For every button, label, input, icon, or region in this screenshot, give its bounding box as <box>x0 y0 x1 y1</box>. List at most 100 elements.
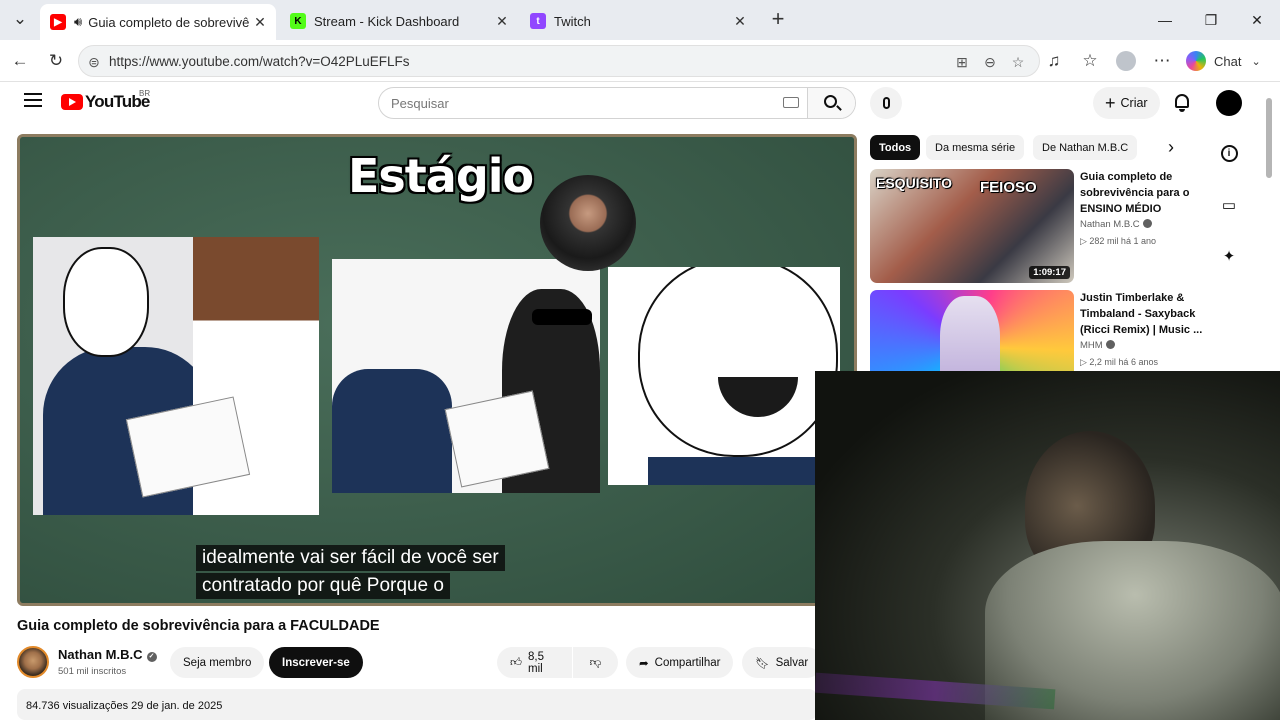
channel-avatar[interactable] <box>17 646 49 678</box>
zoom-icon[interactable]: ⊖ <box>979 52 1001 72</box>
youtube-play-icon <box>61 94 83 110</box>
chip-same-series[interactable]: Da mesma série <box>926 135 1025 160</box>
tab-label: Twitch <box>554 13 591 29</box>
restore-button[interactable]: ❐ <box>1188 6 1234 34</box>
channel-name-text[interactable]: Nathan M.B.C <box>58 647 143 662</box>
info-icon[interactable]: i <box>1218 142 1240 164</box>
chevron-right-icon[interactable]: › <box>1168 137 1174 158</box>
channel-name-text[interactable]: MHM <box>1080 340 1103 351</box>
youtube-masthead: YouTube BR Pesquisar + Criar <box>0 83 1265 123</box>
search-button[interactable] <box>807 88 855 118</box>
subtitle-line: idealmente vai ser fácil de você ser <box>196 545 505 571</box>
subscribe-button[interactable]: Inscrever-se <box>269 647 363 678</box>
more-menu-icon[interactable]: ⋯ <box>1148 48 1176 74</box>
chat-label: Chat <box>1214 53 1242 69</box>
webcam-overlay <box>815 371 1280 720</box>
menu-icon[interactable] <box>24 93 42 107</box>
copilot-chat-button[interactable]: Chat ⌄ <box>1186 46 1261 76</box>
subtitles: idealmente vai ser fácil de você ser con… <box>196 545 505 601</box>
chip-from-channel[interactable]: De Nathan M.B.C <box>1033 135 1138 160</box>
video-duration: 1:09:17 <box>1029 266 1070 279</box>
address-bar[interactable]: ⊜ https://www.youtube.com/watch?v=O42PLu… <box>78 45 1040 77</box>
play-count-icon: ▷ <box>1080 357 1090 367</box>
recommendation-meta: ▷ 282 mil há 1 ano <box>1080 236 1156 247</box>
favorite-star-icon[interactable]: ☆ <box>1007 52 1029 72</box>
video-player[interactable]: Estágio idealmente vai ser fácil de você… <box>17 134 857 606</box>
minimize-button[interactable]: — <box>1142 6 1188 34</box>
url-text[interactable]: https://www.youtube.com/watch?v=O42PLuEF… <box>109 54 410 69</box>
page-scrollbar[interactable] <box>1266 98 1272 178</box>
meme-panel-interview <box>33 237 319 515</box>
thumbnail-caption: ESQUISITO <box>876 175 952 191</box>
notifications-bell-icon[interactable] <box>1172 92 1192 114</box>
create-button[interactable]: + Criar <box>1093 87 1160 119</box>
close-tab-icon[interactable]: ✕ <box>250 14 270 31</box>
channel-name[interactable]: Nathan M.B.C ✓ <box>58 647 157 662</box>
tab-twitch[interactable]: t Twitch ✕ <box>520 6 756 36</box>
sparkle-icon[interactable]: ✦ <box>1218 245 1240 267</box>
profile-icon[interactable] <box>1112 48 1140 74</box>
like-button[interactable]: 👍︎ 8,5 mil <box>497 647 572 678</box>
comment-icon[interactable]: ▭ <box>1218 194 1240 216</box>
microphone-icon <box>882 97 890 109</box>
video-overlay-title: Estágio <box>348 149 534 203</box>
channel-name-text[interactable]: Nathan M.B.C <box>1080 219 1140 230</box>
site-info-icon[interactable]: ⊜ <box>83 52 105 72</box>
favorites-icon[interactable]: ☆ <box>1076 48 1104 74</box>
account-avatar[interactable] <box>1216 90 1242 116</box>
address-bar-row: ← ↻ ⊜ https://www.youtube.com/watch?v=O4… <box>0 40 1280 82</box>
new-tab-button[interactable]: + <box>764 6 792 32</box>
save-label: Salvar <box>775 656 809 669</box>
tab-youtube[interactable]: ▶ 🔊︎ Guia completo de sobrevivência ✕ <box>40 4 276 40</box>
kick-favicon-icon: K <box>290 13 306 29</box>
close-window-button[interactable]: ✕ <box>1234 6 1280 34</box>
save-button[interactable]: 🔖︎ Salvar <box>742 647 822 678</box>
browser-tab-strip: ⌄ ▶ 🔊︎ Guia completo de sobrevivência ✕ … <box>0 0 1280 40</box>
close-tab-icon[interactable]: ✕ <box>730 13 750 30</box>
chevron-down-icon: ⌄ <box>1251 55 1261 68</box>
recommendation-title[interactable]: Guia completo de sobrevivência para o EN… <box>1080 169 1208 217</box>
tab-list-dropdown[interactable]: ⌄ <box>6 6 34 32</box>
back-button[interactable]: ← <box>6 48 34 74</box>
tab-kick[interactable]: K Stream - Kick Dashboard ✕ <box>280 6 518 36</box>
recommendation-channel[interactable]: MHM <box>1080 340 1115 351</box>
search-icon <box>824 95 837 108</box>
audio-playing-icon[interactable]: 🔊︎ <box>74 14 82 30</box>
keyboard-icon[interactable] <box>783 97 799 108</box>
refresh-button[interactable]: ↻ <box>42 48 70 74</box>
creator-facecam <box>540 175 636 271</box>
meme-panel-smile <box>608 267 840 485</box>
thumbs-up-icon: 👍︎ <box>510 656 523 669</box>
join-button[interactable]: Seja membro <box>170 647 265 678</box>
media-control-icon[interactable]: ♫ <box>1040 48 1068 74</box>
share-icon: ➦ <box>639 657 649 670</box>
recommendation-stats: 282 mil há 1 ano <box>1089 236 1156 246</box>
voice-search-button[interactable] <box>870 87 902 119</box>
close-tab-icon[interactable]: ✕ <box>492 13 512 30</box>
like-count: 8,5 mil <box>528 650 545 675</box>
youtube-logo[interactable]: YouTube BR <box>61 89 151 112</box>
views-and-date: 84.736 visualizações 29 de jan. de 2025 <box>26 700 223 712</box>
thumbnail-caption: FEIOSO <box>980 179 1037 196</box>
share-button[interactable]: ➦ Compartilhar <box>626 647 734 678</box>
recommendation-thumbnail[interactable]: ESQUISITO FEIOSO 1:09:17 <box>870 169 1074 283</box>
recommendation-meta: ▷ 2,2 mil há 6 anos <box>1080 357 1158 368</box>
twitch-favicon-icon: t <box>530 13 546 29</box>
search-input[interactable]: Pesquisar <box>391 96 449 111</box>
recommendation-channel[interactable]: Nathan M.B.C <box>1080 219 1152 230</box>
video-title: Guia completo de sobrevivência para a FA… <box>17 618 380 634</box>
verified-icon: ✓ <box>146 652 157 662</box>
recommendation-title[interactable]: Justin Timberlake & Timbaland - Saxyback… <box>1080 290 1208 338</box>
chip-all[interactable]: Todos <box>870 135 921 160</box>
thumbs-down-icon: 👎︎ <box>589 656 602 669</box>
dislike-button[interactable]: 👎︎ <box>573 647 618 678</box>
copilot-icon <box>1186 51 1206 71</box>
description-box[interactable]: 84.736 visualizações 29 de jan. de 2025 <box>17 689 817 720</box>
app-available-icon[interactable]: ⊞ <box>951 52 973 72</box>
bookmark-icon: 🔖︎ <box>755 657 770 670</box>
search-box[interactable]: Pesquisar <box>378 87 856 119</box>
country-code: BR <box>139 89 151 98</box>
recommendation-stats: 2,2 mil há 6 anos <box>1089 357 1158 367</box>
create-label: Criar <box>1120 96 1148 110</box>
subscriber-count: 501 mil inscritos <box>58 666 127 677</box>
